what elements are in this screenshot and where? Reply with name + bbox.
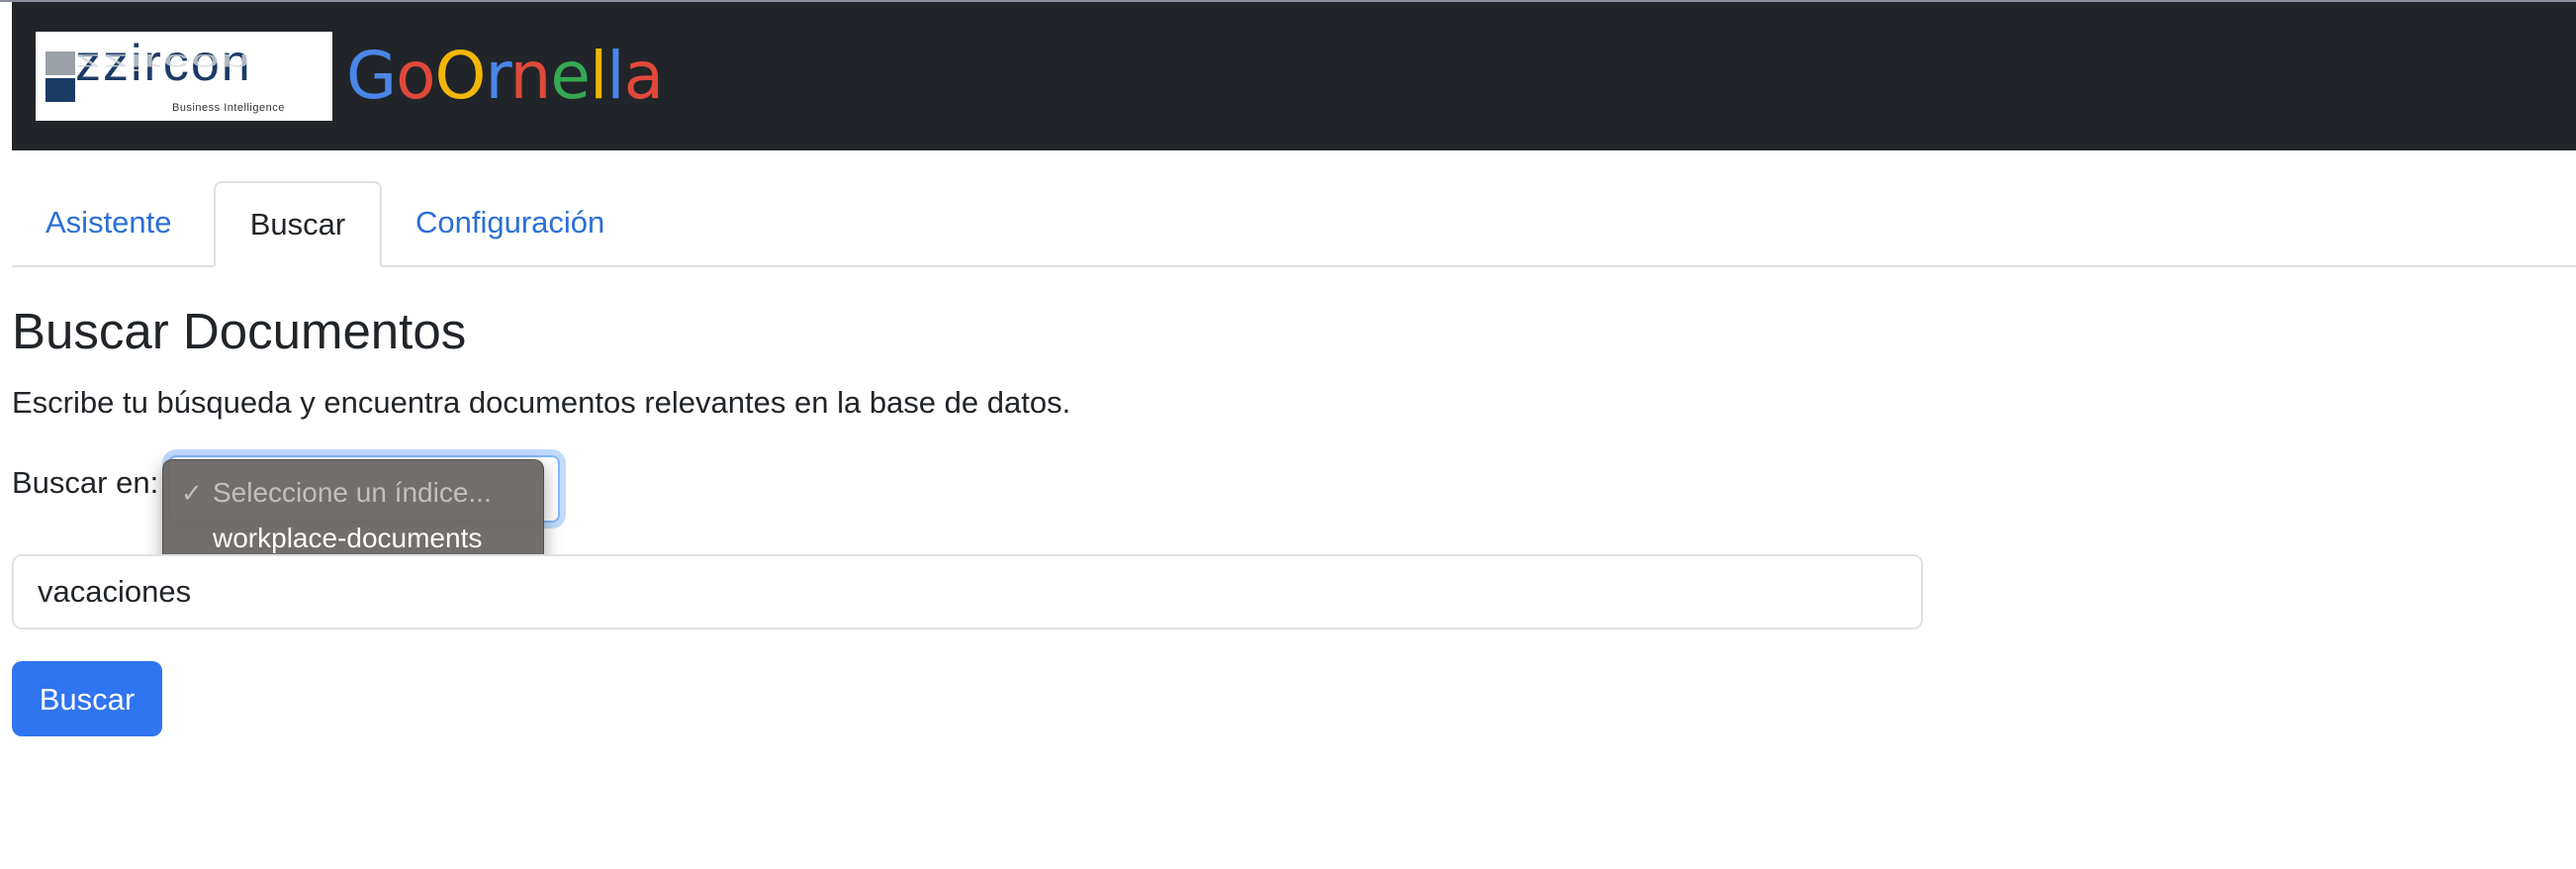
page: zzircon zzircon Business Intelligence Go… — [0, 0, 2576, 869]
logo-square-gray — [46, 51, 75, 75]
dropdown-option-placeholder[interactable]: ✓ Seleccione un índice... — [163, 470, 545, 516]
logo-tagline: Business Intelligence — [172, 102, 285, 114]
dropdown-option-label: Seleccione un índice... — [213, 477, 492, 508]
page-description: Escribe tu búsqueda y encuentra document… — [12, 385, 1071, 420]
brand-letter: a — [623, 38, 664, 114]
brand-letter: o — [396, 38, 435, 114]
logo-wordmark-reflection: zzircon — [75, 48, 252, 75]
brand-name[interactable]: GoOrnella — [346, 34, 664, 119]
checkmark-icon: ✓ — [181, 478, 203, 508]
navbar: zzircon zzircon Business Intelligence Go… — [12, 2, 2576, 150]
tab-buscar[interactable]: Buscar — [214, 181, 382, 267]
nav-tabs: Asistente Buscar Configuración — [12, 181, 2576, 267]
brand-letter: O — [434, 38, 487, 114]
tab-asistente[interactable]: Asistente — [12, 181, 214, 264]
brand-letter: n — [509, 38, 551, 114]
index-select-label: Buscar en: — [12, 465, 159, 500]
brand-letter: l — [606, 38, 624, 114]
brand-letter: e — [550, 38, 591, 114]
search-input[interactable] — [12, 554, 1923, 629]
zircon-logo[interactable]: zzircon zzircon Business Intelligence — [36, 32, 332, 121]
page-title: Buscar Documentos — [12, 303, 467, 359]
brand-letter: G — [346, 38, 397, 114]
tab-configuracion[interactable]: Configuración — [382, 181, 659, 264]
logo-square-navy — [46, 78, 75, 102]
brand-letter: r — [485, 38, 511, 114]
search-button[interactable]: Buscar — [12, 661, 162, 736]
brand-letter: l — [589, 38, 607, 114]
